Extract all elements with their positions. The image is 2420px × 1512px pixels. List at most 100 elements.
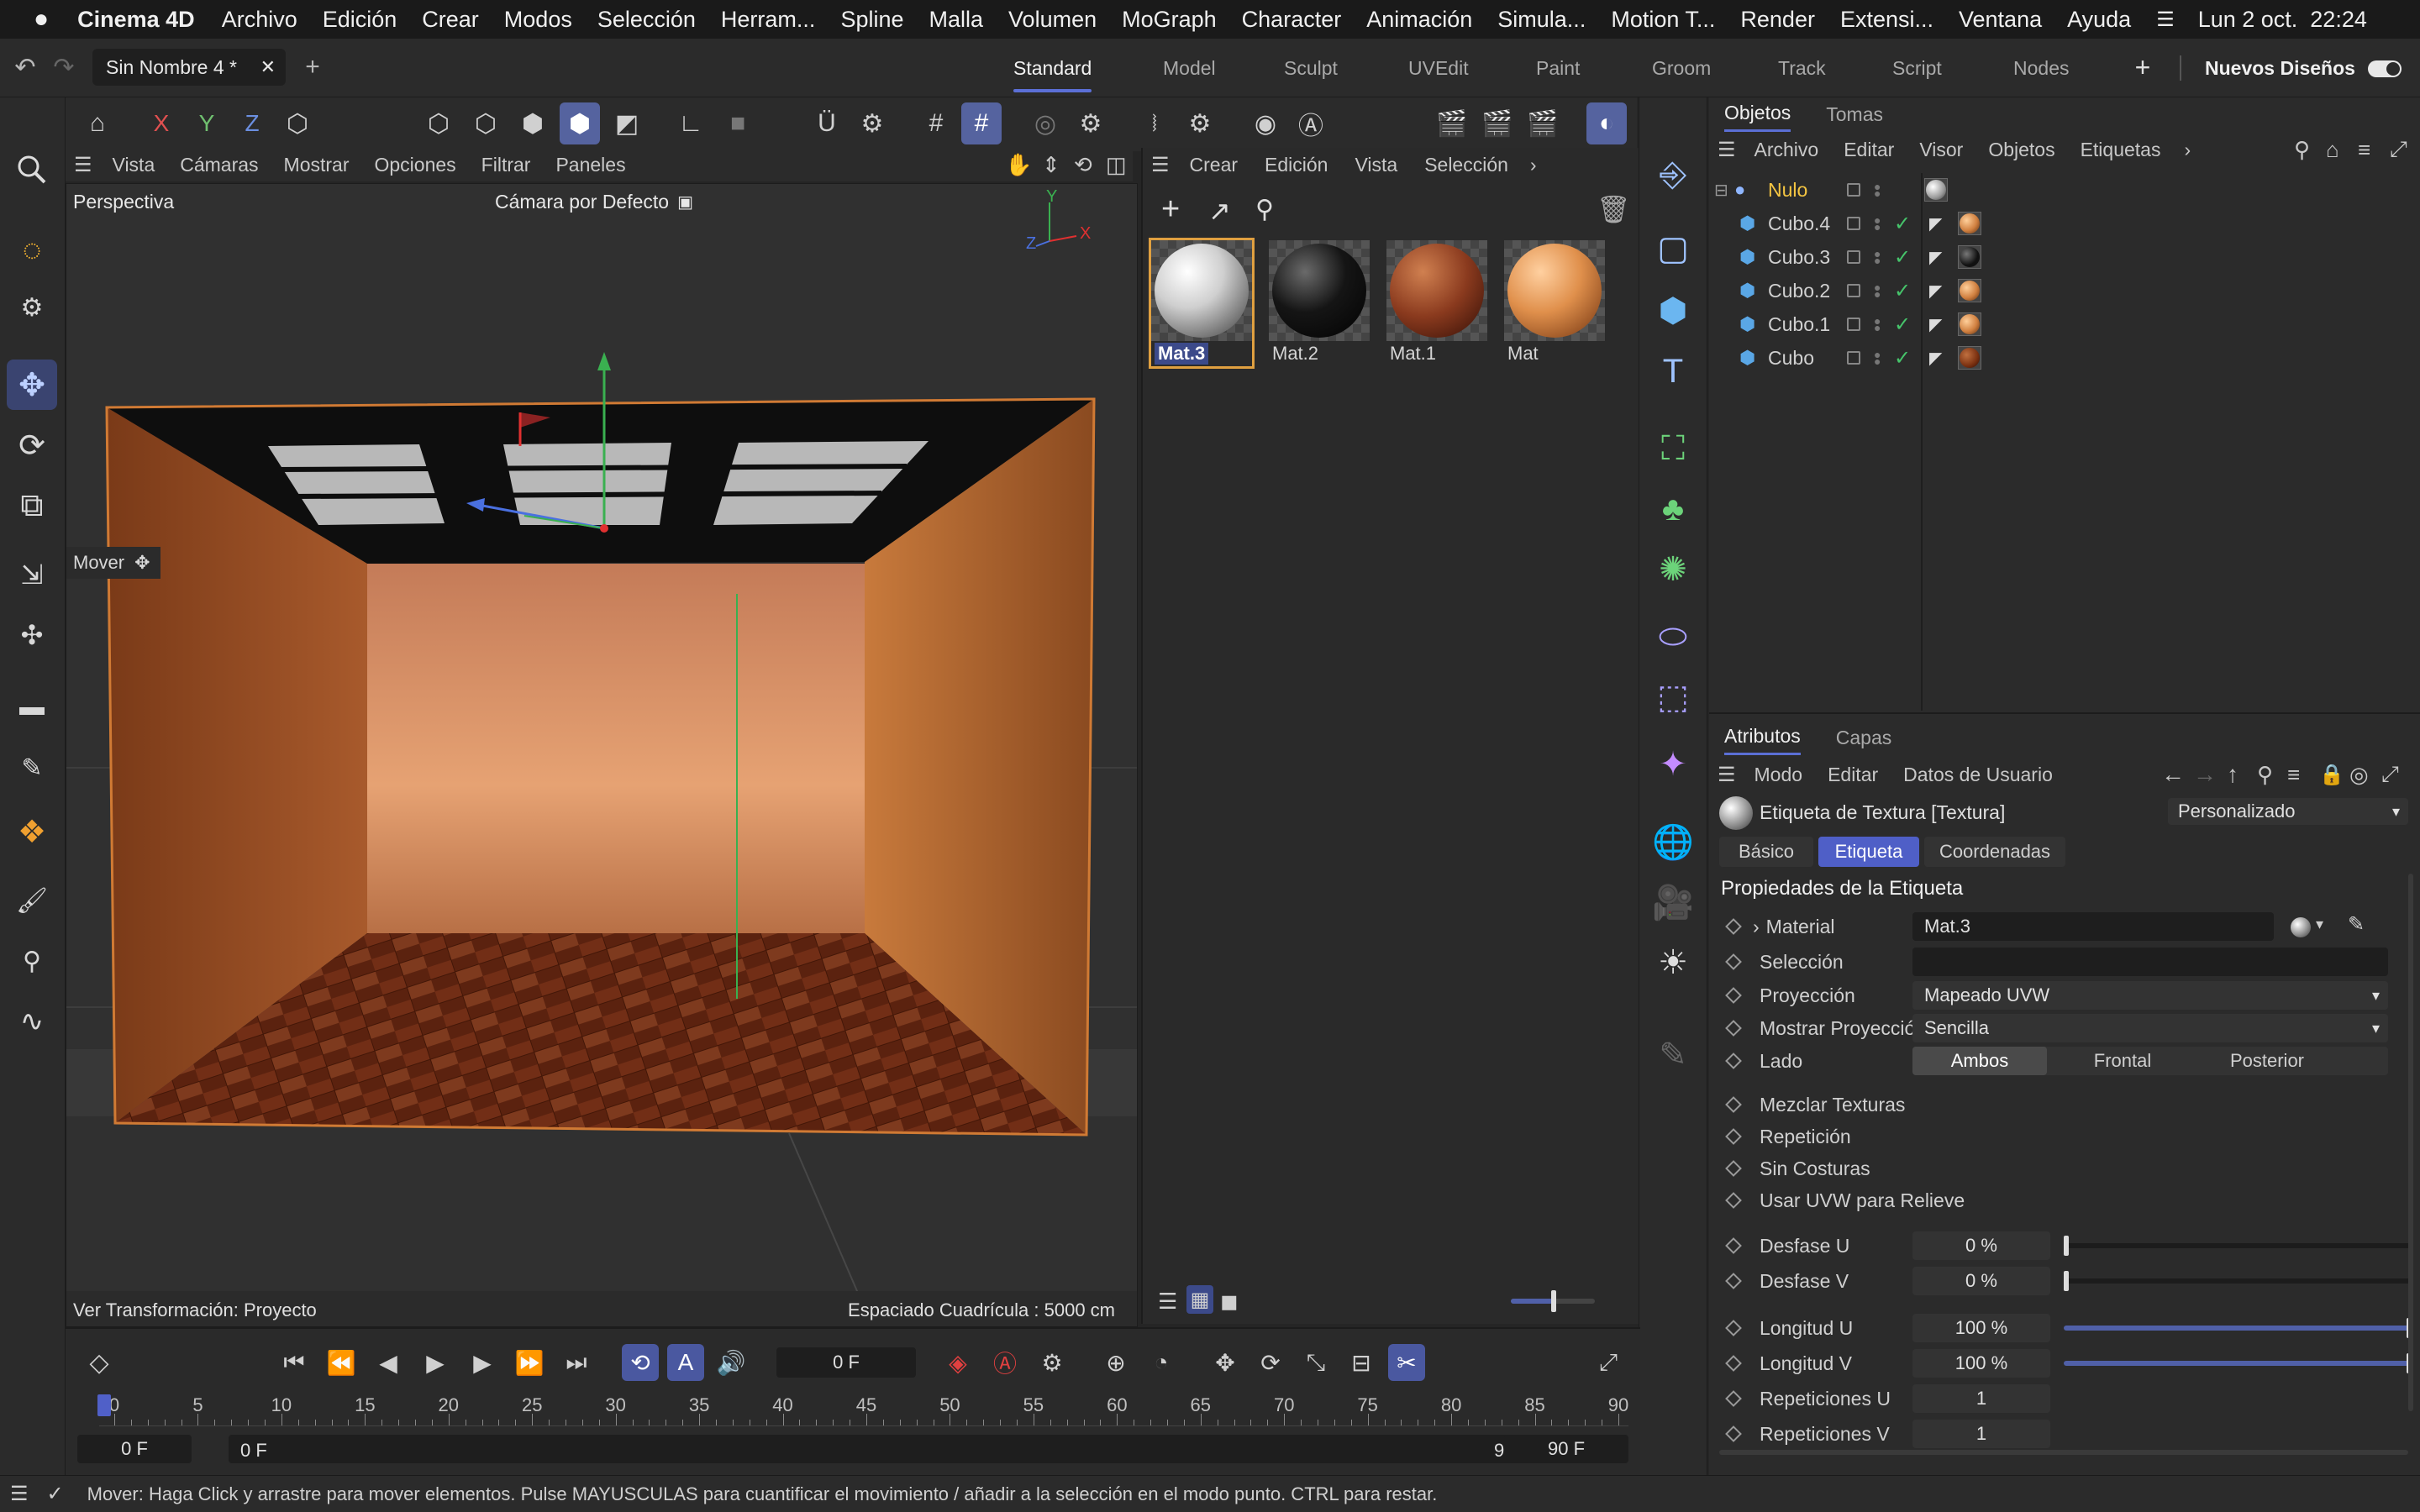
polygons-mode-icon[interactable]: ⬢ [513, 102, 553, 144]
soft-selection-icon[interactable]: ⚙ [852, 102, 892, 144]
range-end-field[interactable]: 90 F [1504, 1435, 1628, 1463]
keyframe-diamond-icon[interactable] [1725, 918, 1742, 935]
up-arrow-icon[interactable]: ↑ [2227, 761, 2238, 788]
document-tab[interactable]: Sin Nombre 4 * ✕ [92, 49, 286, 86]
desfase-v-slider[interactable] [2064, 1271, 2412, 1291]
keyframe-diamond-icon[interactable] [1725, 1237, 1742, 1254]
uv-mode-icon[interactable]: ◩ [607, 102, 647, 144]
menu-ventana[interactable]: Ventana [1959, 7, 2042, 33]
filter-icon[interactable]: ≡ [2358, 137, 2370, 163]
knife-tool-icon[interactable]: ▬ [7, 682, 57, 732]
slider-handle[interactable] [2064, 1271, 2069, 1291]
lado-ambos[interactable]: Ambos [1912, 1047, 2047, 1075]
attribute-menu-editar[interactable]: Editar [1828, 764, 1878, 786]
menu-malla[interactable]: Malla [929, 7, 984, 33]
chevron-right-icon[interactable]: › [2184, 139, 2191, 161]
object-mode-icon[interactable]: ⬢ [560, 102, 600, 144]
material-menu-vista[interactable]: Vista [1355, 154, 1397, 176]
menu-motion-tracker[interactable]: Motion T... [1611, 7, 1715, 33]
current-frame-field[interactable]: 0 F [776, 1347, 916, 1378]
viewport-name[interactable]: Perspectiva [73, 191, 174, 213]
enabled-check-icon[interactable]: ✓ [1894, 346, 1911, 370]
cloner-icon[interactable]: ♣ [1648, 484, 1698, 534]
desfase-v-field[interactable]: 0 % [1912, 1267, 2050, 1295]
material-thumbnail[interactable]: Mat.2 [1269, 240, 1370, 366]
move-tool-icon[interactable]: ✥ [7, 360, 57, 410]
playback-rate-icon[interactable]: A [667, 1344, 704, 1381]
menu-animacion[interactable]: Animación [1366, 7, 1472, 33]
eyedropper-icon[interactable]: ✎ [2348, 912, 2365, 937]
keyframe-diamond-icon[interactable] [1725, 1160, 1742, 1177]
new-window-icon[interactable]: ⤢ [2381, 761, 2399, 788]
app-menu[interactable]: Cinema 4D [77, 7, 195, 33]
slider-handle[interactable] [2064, 1236, 2069, 1256]
light-icon[interactable]: ☀ [1648, 937, 1698, 988]
uvw-tag-icon[interactable]: ◤ [1929, 314, 1942, 335]
edges-mode-icon[interactable]: ⬡ [466, 102, 506, 144]
repeticiones-v-field[interactable]: 1 [1912, 1420, 2050, 1448]
object-row[interactable]: ⬢ Cubo.1 ● ● ✓ ◤ [1709, 307, 2420, 341]
texture-tag-icon[interactable] [1958, 245, 1981, 269]
seleccion-field[interactable] [1912, 948, 2388, 976]
key-mouse-icon[interactable]: ⊕ [1097, 1344, 1134, 1381]
rotate-view-icon[interactable]: ⟲ [1074, 152, 1092, 178]
next-key-icon[interactable]: ⏩ [511, 1344, 548, 1381]
keyframe-diamond-icon[interactable] [1725, 1425, 1742, 1442]
preset-dropdown[interactable]: Personalizado ▾ [2168, 798, 2408, 825]
spline-mesh-icon[interactable]: ⛶ [1648, 423, 1698, 474]
trash-icon[interactable]: 🗑 [1597, 193, 1631, 225]
viewport-menu-vista[interactable]: Vista [113, 154, 155, 176]
undo-icon[interactable]: ↶ [8, 52, 42, 82]
camera-object-icon[interactable]: ⎆ [1648, 150, 1698, 200]
redo-icon[interactable]: ↷ [47, 52, 81, 82]
timeline-graph-icon[interactable]: ⤢ [1590, 1344, 1627, 1381]
longitud-u-field[interactable]: 100 % [1912, 1314, 2050, 1342]
search-icon[interactable]: ⚲ [2294, 137, 2310, 163]
viewport-menu-mostrar[interactable]: Mostrar [284, 154, 350, 176]
object-menu-archivo[interactable]: Archivo [1754, 139, 1819, 161]
object-menu-visor[interactable]: Visor [1919, 139, 1963, 161]
object-name[interactable]: Cubo.1 [1768, 313, 1830, 336]
layout-model[interactable]: Model [1163, 39, 1216, 97]
visibility-dots-icon[interactable]: ● ● [1874, 214, 1881, 233]
keyframe-diamond-icon[interactable] [1725, 953, 1742, 970]
repeticiones-u-field[interactable]: 1 [1912, 1384, 2050, 1413]
forward-arrow-icon[interactable]: → [2193, 761, 2217, 788]
large-view-icon[interactable]: ◼ [1220, 1289, 1239, 1315]
layout-nodes[interactable]: Nodes [2013, 39, 2069, 97]
keyframe-diamond-icon[interactable] [1725, 1390, 1742, 1407]
grid-view-icon[interactable]: ▦ [1186, 1285, 1213, 1314]
object-row[interactable]: ⬢ Cubo.4 ● ● ✓ ◤ [1709, 207, 2420, 240]
horizontal-scrollbar[interactable] [1719, 1450, 2408, 1455]
axis-z-button[interactable]: Z [232, 102, 272, 144]
points-mode-icon[interactable]: ⬡ [418, 102, 459, 144]
cloner-tool-icon[interactable]: ❖ [7, 806, 57, 857]
go-to-start-icon[interactable]: ⏮ [276, 1344, 313, 1381]
symmetry-icon[interactable]: ⧘ [1134, 102, 1175, 144]
enabled-check-icon[interactable]: ✓ [1894, 245, 1911, 270]
desfase-u-slider[interactable] [2064, 1236, 2412, 1256]
list-view-icon[interactable]: ☰ [1158, 1289, 1177, 1315]
hamburger-icon[interactable]: ☰ [1718, 138, 1736, 162]
lod-icon[interactable]: Ⓐ [1291, 102, 1331, 144]
lock-icon[interactable]: 🔒 [2319, 763, 2344, 787]
search-icon[interactable]: ⚲ [2257, 762, 2273, 788]
keyframe-diamond-icon[interactable] [1725, 1053, 1742, 1069]
material-link-field[interactable]: Mat.3 [1912, 912, 2274, 941]
grid-snap-icon[interactable]: # [916, 102, 956, 144]
autokey-icon[interactable]: Ⓐ [986, 1344, 1023, 1381]
lado-frontal[interactable]: Frontal [2052, 1047, 2193, 1075]
tab-tomas[interactable]: Tomas [1826, 103, 1883, 126]
object-menu-editar[interactable]: Editar [1844, 139, 1894, 161]
timeline-ruler[interactable]: 0 5 10 15 20 25 30 35 40 45 50 55 60 65 70 75 80 85 90 [99, 1393, 1628, 1426]
render-picture-viewer-icon[interactable]: 🎬 [1477, 102, 1518, 144]
keyframe-diamond-icon[interactable] [1725, 1020, 1742, 1037]
keyframe-diamond-icon[interactable]: ◇ [81, 1344, 118, 1381]
key-pla-icon[interactable]: ✂ [1388, 1344, 1425, 1381]
slider-handle[interactable] [1551, 1290, 1556, 1312]
close-tab-icon[interactable]: ✕ [260, 56, 276, 78]
camera-st-icon[interactable]: 🎥 [1648, 877, 1698, 927]
material-menu-edicion[interactable]: Edición [1265, 154, 1328, 176]
coordinate-system-icon[interactable]: ⬡ [277, 102, 318, 144]
object-name[interactable]: Cubo.2 [1768, 280, 1830, 302]
